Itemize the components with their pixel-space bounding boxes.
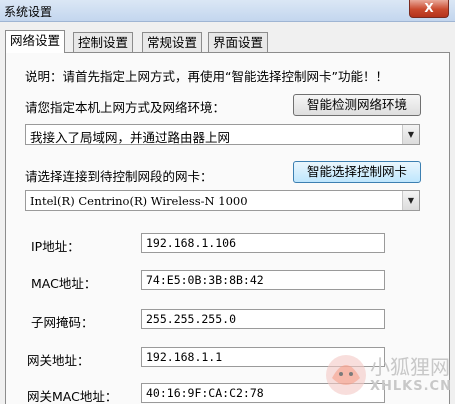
chevron-down-icon[interactable]: ▼ (402, 191, 419, 210)
mac-value: 74:E5:0B:3B:8B:42 (146, 273, 264, 287)
tab-interface-settings[interactable]: 界面设置 (208, 32, 269, 52)
close-button[interactable]: X (409, 0, 449, 18)
watermark-url: XHLKS.CN (370, 379, 452, 394)
choose-nic-button[interactable]: 智能选择控制网卡 (293, 161, 421, 183)
subnet-label: 子网掩码： (31, 315, 94, 330)
subnet-field[interactable]: 255.255.255.0 (141, 309, 385, 329)
nic-label: 请选择连接到待控制网段的网卡： (25, 169, 213, 184)
tab-general-settings[interactable]: 常规设置 (142, 32, 203, 52)
mac-field[interactable]: 74:E5:0B:3B:8B:42 (141, 270, 385, 290)
network-env-select[interactable]: 我接入了局域网，并通过路由器上网 ▼ (25, 124, 420, 145)
mac-label: MAC地址： (31, 276, 97, 291)
ip-label: IP地址： (31, 239, 80, 254)
gateway-label: 网关地址： (27, 353, 90, 368)
ip-value: 192.168.1.106 (146, 236, 237, 250)
nic-value: Intel(R) Centrino(R) Wireless-N 1000 (30, 194, 248, 208)
gateway-mac-value: 40:16:9F:CA:C2:78 (146, 386, 264, 400)
tab-control-settings[interactable]: 控制设置 (73, 32, 134, 52)
nic-select[interactable]: Intel(R) Centrino(R) Wireless-N 1000 ▼ (25, 190, 420, 211)
detect-network-button[interactable]: 智能检测网络环境 (293, 94, 421, 116)
network-env-label: 请您指定本机上网方式及网络环境： (25, 100, 226, 115)
tab-network-settings[interactable]: 网络设置 (5, 30, 66, 53)
watermark-text: 小狐狸网 (370, 355, 450, 379)
subnet-value: 255.255.255.0 (146, 312, 237, 326)
ip-field[interactable]: 192.168.1.106 (141, 233, 385, 253)
gateway-value: 192.168.1.1 (146, 350, 223, 364)
title-bar: 系统设置 X (0, 0, 455, 22)
description-text: 说明：请首先指定上网方式，再使用“智能选择控制网卡”功能！！ (25, 69, 388, 84)
close-icon: X (424, 1, 434, 15)
gateway-mac-label: 网关MAC地址： (27, 389, 118, 404)
chevron-down-icon[interactable]: ▼ (402, 125, 419, 144)
window-title: 系统设置 (4, 5, 53, 19)
network-env-value: 我接入了局域网，并通过路由器上网 (30, 130, 231, 145)
